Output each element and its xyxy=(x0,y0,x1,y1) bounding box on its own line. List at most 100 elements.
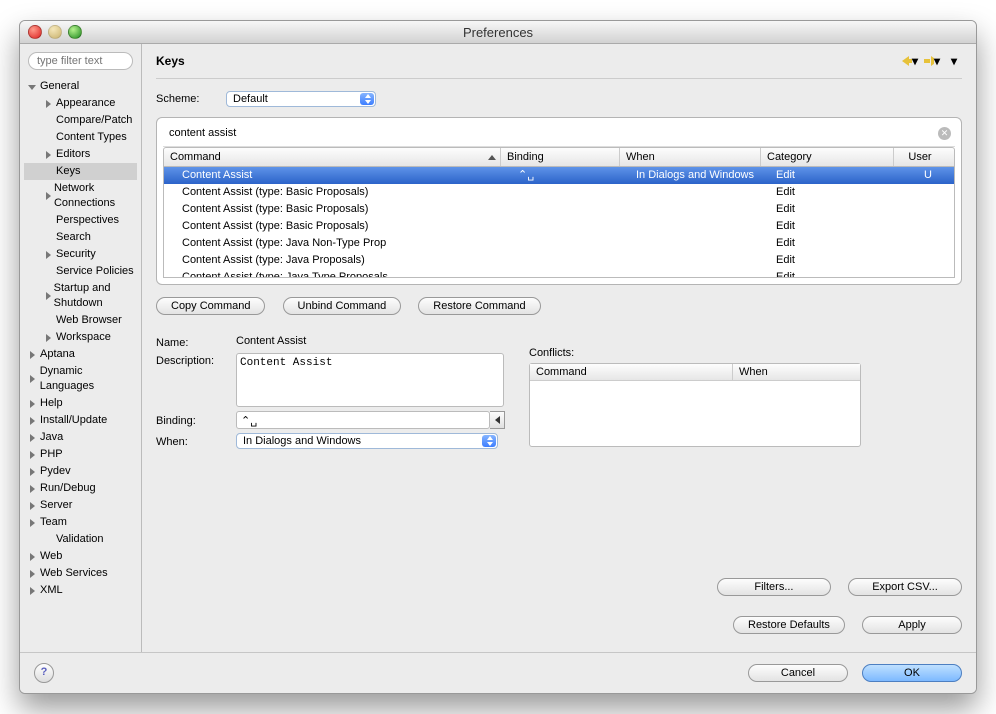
disclosure-icon[interactable] xyxy=(28,484,38,494)
when-select[interactable]: In Dialogs and Windows xyxy=(236,433,498,449)
disclosure-icon[interactable] xyxy=(28,569,38,579)
filters-button[interactable]: Filters... xyxy=(717,578,831,596)
tree-item[interactable]: Team xyxy=(24,514,137,531)
window-controls xyxy=(28,25,82,39)
col-category[interactable]: Category xyxy=(761,148,894,166)
tree-item[interactable]: Keys xyxy=(24,163,137,180)
tree-item[interactable]: Web Browser xyxy=(24,312,137,329)
conflicts-table[interactable]: Command When xyxy=(529,363,861,447)
export-csv-button[interactable]: Export CSV... xyxy=(848,578,962,596)
binding-field[interactable] xyxy=(236,411,490,429)
tree-item[interactable]: Validation xyxy=(24,531,137,548)
tree-item[interactable]: Startup and Shutdown xyxy=(24,280,137,312)
nav-forward-icon[interactable]: ▾ xyxy=(924,55,940,67)
table-row[interactable]: Content Assist (type: Basic Proposals)Ed… xyxy=(164,184,954,201)
tree-item[interactable]: Java xyxy=(24,429,137,446)
conflicts-col-command[interactable]: Command xyxy=(530,364,733,380)
tree-spacer xyxy=(44,316,54,326)
bindings-table[interactable]: Content Assist⌃␣In Dialogs and WindowsEd… xyxy=(163,167,955,278)
tree-item[interactable]: Network Connections xyxy=(24,180,137,212)
conflicts-col-when[interactable]: When xyxy=(733,364,860,380)
keys-page: Keys ▾ ▾ ▾ Scheme: Default xyxy=(142,44,976,652)
disclosure-icon[interactable] xyxy=(44,291,52,301)
disclosure-icon[interactable] xyxy=(28,552,38,562)
tree-item[interactable]: Workspace xyxy=(24,329,137,346)
scheme-select[interactable]: Default xyxy=(226,91,376,107)
tree-item[interactable]: Editors xyxy=(24,146,137,163)
ok-button[interactable]: OK xyxy=(862,664,962,682)
restore-defaults-button[interactable]: Restore Defaults xyxy=(733,616,845,634)
col-binding[interactable]: Binding xyxy=(501,148,620,166)
minimize-icon[interactable] xyxy=(48,25,62,39)
tree-item[interactable]: Install/Update xyxy=(24,412,137,429)
disclosure-icon[interactable] xyxy=(28,399,38,409)
restore-command-button[interactable]: Restore Command xyxy=(418,297,540,315)
disclosure-icon[interactable] xyxy=(28,501,38,511)
tree-item[interactable]: Service Policies xyxy=(24,263,137,280)
table-row[interactable]: Content Assist (type: Basic Proposals)Ed… xyxy=(164,201,954,218)
disclosure-icon[interactable] xyxy=(28,450,38,460)
tree-item[interactable]: Appearance xyxy=(24,95,137,112)
col-when[interactable]: When xyxy=(620,148,761,166)
disclosure-icon[interactable] xyxy=(28,586,38,596)
binding-history-icon[interactable] xyxy=(490,411,505,429)
col-command[interactable]: Command xyxy=(164,148,501,166)
disclosure-icon[interactable] xyxy=(28,467,38,477)
tree-item[interactable]: Search xyxy=(24,229,137,246)
disclosure-icon[interactable] xyxy=(28,518,38,528)
disclosure-icon[interactable] xyxy=(44,250,54,260)
help-icon[interactable]: ? xyxy=(34,663,54,683)
tree-item[interactable]: Content Types xyxy=(24,129,137,146)
tree-item[interactable]: Web xyxy=(24,548,137,565)
table-row[interactable]: Content Assist (type: Java Type Proposal… xyxy=(164,269,954,278)
tree-item[interactable]: XML xyxy=(24,582,137,599)
tree-item-label: Dynamic Languages xyxy=(40,364,137,394)
scheme-label: Scheme: xyxy=(156,93,226,105)
tree-item[interactable]: Web Services xyxy=(24,565,137,582)
filter-input[interactable] xyxy=(28,52,133,70)
disclosure-icon[interactable] xyxy=(28,350,38,360)
tree-item[interactable]: Perspectives xyxy=(24,212,137,229)
col-user[interactable]: User xyxy=(894,148,946,166)
tree-item[interactable]: Dynamic Languages xyxy=(24,363,137,395)
tree-item[interactable]: General xyxy=(24,78,137,95)
tree-item-label: Team xyxy=(40,515,67,530)
disclosure-icon[interactable] xyxy=(28,433,38,443)
unbind-command-button[interactable]: Unbind Command xyxy=(283,297,402,315)
apply-button[interactable]: Apply xyxy=(862,616,962,634)
table-row[interactable]: Content Assist (type: Java Proposals)Edi… xyxy=(164,252,954,269)
search-input[interactable] xyxy=(167,126,938,140)
tree-spacer xyxy=(44,233,54,243)
disclosure-icon[interactable] xyxy=(28,374,38,384)
nav-back-icon[interactable]: ▾ xyxy=(902,55,918,67)
tree-item[interactable]: Compare/Patch xyxy=(24,112,137,129)
copy-command-button[interactable]: Copy Command xyxy=(156,297,265,315)
disclosure-icon[interactable] xyxy=(28,416,38,426)
clear-search-icon[interactable]: ✕ xyxy=(938,127,951,140)
tree-item[interactable]: Security xyxy=(24,246,137,263)
tree-item[interactable]: Help xyxy=(24,395,137,412)
table-row[interactable]: Content Assist (type: Java Non-Type Prop… xyxy=(164,235,954,252)
table-header[interactable]: Command Binding When Category User xyxy=(163,147,955,167)
tree-item[interactable]: PHP xyxy=(24,446,137,463)
tree-item[interactable]: Aptana xyxy=(24,346,137,363)
zoom-icon[interactable] xyxy=(68,25,82,39)
cancel-button[interactable]: Cancel xyxy=(748,664,848,682)
description-field[interactable]: Content Assist xyxy=(236,353,504,407)
disclosure-icon[interactable] xyxy=(44,150,54,160)
disclosure-icon[interactable] xyxy=(44,191,52,201)
tree-item[interactable]: Run/Debug xyxy=(24,480,137,497)
disclosure-icon[interactable] xyxy=(28,82,38,92)
close-icon[interactable] xyxy=(28,25,42,39)
tree-item[interactable]: Server xyxy=(24,497,137,514)
tree-item-label: Network Connections xyxy=(54,181,137,211)
disclosure-icon[interactable] xyxy=(44,99,54,109)
view-menu-icon[interactable]: ▾ xyxy=(946,55,962,67)
table-row[interactable]: Content Assist (type: Basic Proposals)Ed… xyxy=(164,218,954,235)
tree-item-label: Editors xyxy=(56,147,90,162)
table-row[interactable]: Content Assist⌃␣In Dialogs and WindowsEd… xyxy=(164,167,954,184)
preferences-tree[interactable]: GeneralAppearanceCompare/PatchContent Ty… xyxy=(20,78,141,652)
tree-item-label: Content Types xyxy=(56,130,127,145)
disclosure-icon[interactable] xyxy=(44,333,54,343)
tree-item[interactable]: Pydev xyxy=(24,463,137,480)
